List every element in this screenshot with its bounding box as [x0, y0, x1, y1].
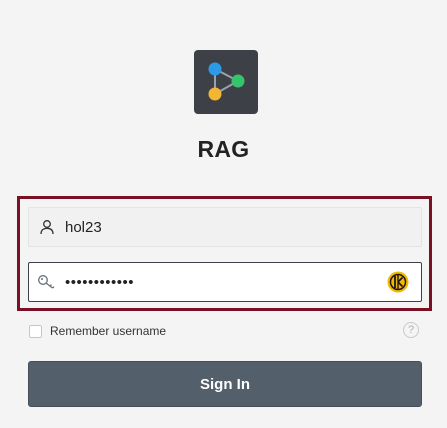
network-nodes-icon	[194, 50, 258, 114]
remember-username-label[interactable]: Remember username	[50, 324, 166, 338]
password-field[interactable]: ••••••••••••	[28, 262, 422, 302]
sign-in-button[interactable]: Sign In	[28, 361, 422, 407]
remember-username-checkbox[interactable]	[29, 324, 42, 338]
login-page: RAG ••••••••••••	[0, 0, 447, 428]
remember-username-row: Remember username ?	[29, 322, 421, 340]
password-input[interactable]: ••••••••••••	[65, 274, 387, 291]
username-field[interactable]	[28, 207, 422, 247]
app-title: RAG	[197, 136, 250, 162]
help-icon[interactable]: ?	[403, 322, 419, 338]
keeper-icon[interactable]	[387, 271, 409, 293]
key-icon	[29, 263, 65, 301]
user-icon	[29, 208, 65, 246]
username-input[interactable]	[65, 208, 421, 246]
